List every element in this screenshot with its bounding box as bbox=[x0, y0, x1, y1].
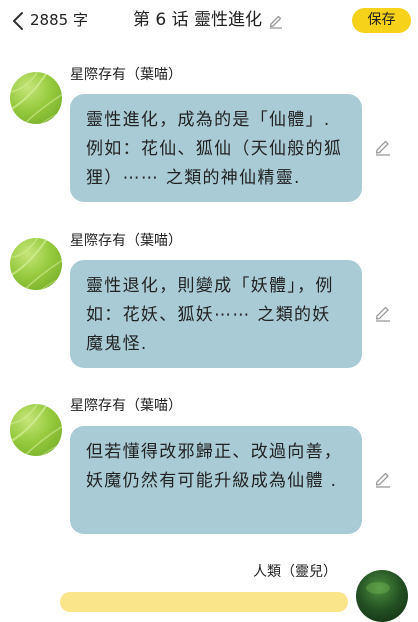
avatar[interactable] bbox=[10, 238, 62, 290]
message-bubble[interactable]: 靈性進化，成為的是「仙體」.例如：花仙、狐仙（天仙般的狐狸）⋯⋯ 之類的神仙精靈… bbox=[70, 94, 362, 202]
avatar[interactable] bbox=[10, 404, 62, 456]
sender-name: 星際存有（葉喵） bbox=[70, 398, 182, 414]
message-bubble[interactable]: 但若懂得改邪歸正、改過向善，妖魔仍然有可能升級成為仙體 . bbox=[70, 426, 362, 534]
sender-name: 星際存有（葉喵） bbox=[70, 67, 182, 83]
pencil-icon[interactable] bbox=[268, 13, 284, 29]
avatar[interactable] bbox=[356, 570, 408, 622]
message-bubble[interactable]: 靈性退化，則變成「妖體」，例如：花妖、狐妖⋯⋯ 之類的妖魔鬼怪. bbox=[70, 260, 362, 368]
sender-name: 人類（靈兒） bbox=[253, 564, 337, 580]
pencil-icon[interactable] bbox=[374, 138, 392, 156]
sender-name: 星際存有（葉喵） bbox=[70, 233, 182, 249]
pencil-icon[interactable] bbox=[374, 304, 392, 322]
message-bubble[interactable] bbox=[60, 592, 348, 612]
chapter-title-area[interactable]: 第 6 话 靈性進化 bbox=[133, 9, 284, 31]
top-bar: 2885 字 第 6 话 靈性進化 保存 bbox=[0, 0, 418, 42]
chevron-left-icon[interactable] bbox=[10, 11, 28, 31]
chapter-title: 第 6 话 靈性進化 bbox=[133, 10, 263, 30]
avatar[interactable] bbox=[10, 72, 62, 124]
word-count: 2885 字 bbox=[30, 11, 88, 29]
pencil-icon[interactable] bbox=[374, 470, 392, 488]
save-button[interactable]: 保存 bbox=[352, 8, 411, 33]
